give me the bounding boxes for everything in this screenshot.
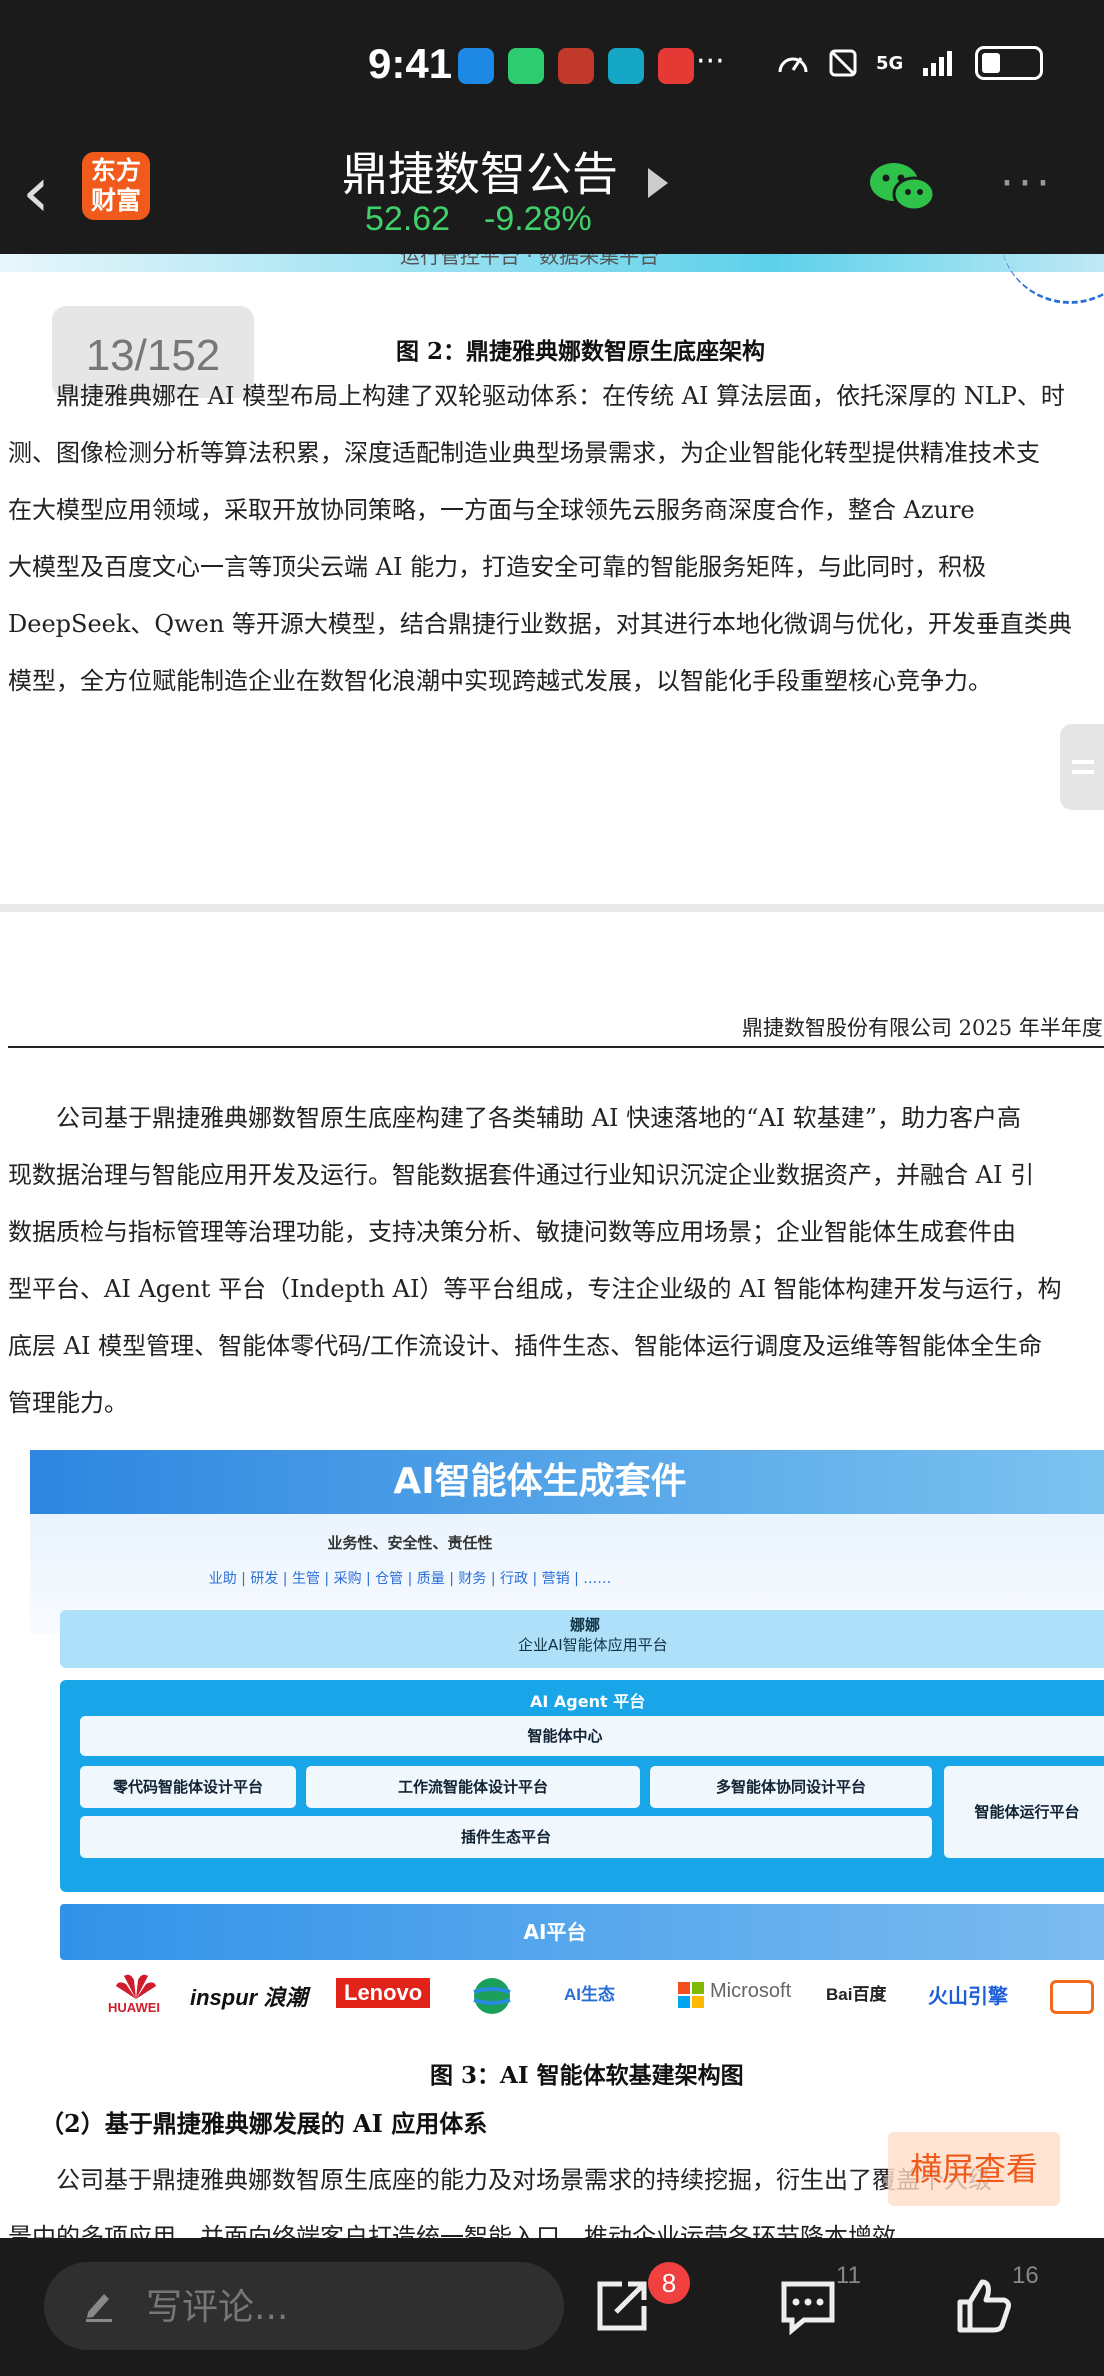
text-line: 数据质检与指标管理等治理功能，支持决策分析、敏捷问数等应用场景；企业智能体生成套… [8,1218,1016,1246]
nfc-icon [829,49,857,77]
text-line: 管理能力。 [8,1389,128,1417]
share-badge: 8 [648,2262,690,2304]
huawei-flower-icon [116,1974,156,1999]
plugin-box: 插件生态平台 [80,1816,932,1858]
stock-price: 52.62 [365,200,451,238]
ai-ecosystem-label: AI生态 [564,1985,615,2004]
zero-code-box: 零代码智能体设计平台 [80,1766,296,1808]
agent-platform-title: AI Agent 平台 [530,1692,646,1711]
landscape-view-button[interactable]: 横屏查看 [888,2132,1060,2206]
lenovo-logo: Lenovo [336,1978,431,2008]
comment-input[interactable] [44,2262,564,2350]
paragraph-2: 公司基于鼎捷雅典娜数智原生底座构建了各类辅助 AI 快速落地的“AI 软基建”，… [8,1090,1104,1432]
back-icon[interactable]: ‹ [22,152,50,232]
workflow-box: 工作流智能体设计平台 [306,1766,640,1808]
text-line: 大模型及百度文心一言等顶尖云端 AI 能力，打造安全可靠的智能服务矩阵，与此同时… [8,553,987,581]
text-line: 现数据治理与智能应用开发及运行。智能数据套件通过行业知识沉淀企业数据资产，并融合… [8,1161,1035,1189]
network-label: 5G [876,52,904,74]
comment-icon[interactable] [778,2276,838,2336]
refresh-app-icon [508,48,544,84]
speed-icon [778,57,808,73]
like-count: 16 [1012,2262,1039,2289]
status-bar: 9:41 ··· 5G [0,0,1104,138]
runtime-box: 智能体运行平台 [944,1766,1104,1858]
inspur-logo: inspur 浪潮 [190,1985,308,2010]
architecture-figure: AI智能体生成套件 业务性、安全性、责任性 业助 | 研发 | 生管 | 采购 … [30,1450,1104,2024]
app-platform-desc: 企业AI智能体应用平台 [518,1636,668,1654]
baidu-logo: Bai百度 [826,1985,887,2004]
document-viewer[interactable]: 运行管控平台 · 数据采集平台 13/152 图 2：鼎捷雅典娜数智原生底座架构… [0,254,1104,2238]
app-logo: 东方财富 [82,152,150,220]
globe-logo-icon [473,1978,511,2014]
play-icon[interactable] [648,168,668,198]
ai-platform-bar: AI平台 [60,1904,1104,1960]
text-line: 公司基于鼎捷雅典娜数智原生底座构建了各类辅助 AI 快速落地的“AI 软基建”，… [8,1104,1022,1132]
page-title: 鼎捷数智公告 [342,147,618,201]
header-rule [8,1046,1104,1048]
app-header: ‹ 东方财富 鼎捷数智公告 52.62 -9.28% ··· [0,138,1104,254]
previous-figure-text: 运行管控平台 · 数据采集平台 [400,254,660,268]
signal-icon [923,51,953,76]
figure-subtitle: 业务性、安全性、责任性 [327,1534,493,1552]
more-notifications-icon: ··· [696,44,725,79]
figure-title: AI智能体生成套件 [30,1450,1104,1514]
text-line: 型平台、AI Agent 平台（Indepth AI）等平台组成，专注企业级的 … [8,1275,1062,1303]
like-icon[interactable] [954,2276,1014,2336]
more-options-icon[interactable]: ··· [1000,158,1054,209]
text-line: 景中的多项应用，并面向终端客户打造统一智能入口，推动企业运营各环节降本增效。 [8,2223,920,2238]
section-heading: （2）基于鼎捷雅典娜发展的 AI 应用体系 [40,2109,488,2138]
news-app-icon [658,48,694,84]
bottom-bar: 写评论... 8 11 16 [0,2238,1104,2376]
figure-decoration [1000,254,1104,304]
page-divider [0,904,1104,912]
figure3-caption: 图 3：AI 智能体软基建架构图 [430,2062,744,2089]
system-icons: 5G [776,46,1044,80]
text-line: 测、图像检测分析等算法积累，深度适配制造业典型场景需求，为企业智能化转型提供精准… [8,439,1040,467]
status-time: 9:41 [368,40,453,87]
notification-icons [458,48,694,84]
teal-app-icon [608,48,644,84]
microsoft-logo: Microsoft [710,1980,792,2002]
comment-count: 11 [836,2262,861,2289]
agent-center-box: 智能体中心 [80,1716,1104,1756]
battery-icon [975,46,1044,80]
paragraph-1: 鼎捷雅典娜在 AI 模型布局上构建了双轮驱动体系：在传统 AI 算法层面，依托深… [8,368,1104,710]
microsoft-icon [678,1982,704,2008]
text-line: 模型，全方位赋能制造企业在数智化浪潮中实现跨越式发展，以智能化手段重塑核心竞争力… [8,667,992,695]
pencil-icon [86,2294,112,2322]
figure2-caption: 图 2：鼎捷雅典娜数智原生底座架构 [396,338,766,365]
shield-app-icon [458,48,494,84]
share-icon[interactable] [592,2276,652,2336]
text-line: 鼎捷雅典娜在 AI 模型布局上构建了双轮驱动体系：在传统 AI 算法层面，依托深… [8,382,1065,410]
volcengine-logo: 火山引擎 [928,1986,1008,2008]
text-line: 在大模型应用领域，采取开放协同策略，一方面与全球领先云服务商深度合作，整合 Az… [8,496,975,524]
previous-figure-strip: 运行管控平台 · 数据采集平台 [0,254,1104,272]
huawei-logo: HUAWEI [108,2000,160,2015]
wechat-icon[interactable] [868,160,938,216]
stock-change: -9.28% [484,200,592,238]
text-line: DeepSeek、Qwen 等开源大模型，结合鼎捷行业数据，对其进行本地化微调与… [8,610,1072,638]
side-drawer-handle[interactable] [1060,724,1104,810]
text-line: 底层 AI 模型管理、智能体零代码/工作流设计、插件生态、智能体运行调度及运维等… [8,1332,1043,1360]
multi-agent-box: 多智能体协同设计平台 [650,1766,932,1808]
alibaba-cloud-icon [1050,1980,1094,2014]
page-header: 鼎捷数智股份有限公司 2025 年半年度 [742,1016,1103,1040]
comment-placeholder: 写评论... [146,2287,289,2328]
figure-tags: 业助 | 研发 | 生管 | 采购 | 仓管 | 质量 | 财务 | 行政 | … [208,1571,612,1587]
red-app-icon [558,48,594,84]
partner-logos: HUAWEI inspur 浪潮 Lenovo AI生态 Microsoft B… [30,1968,1104,2024]
app-platform-name: 娜娜 [570,1616,601,1634]
